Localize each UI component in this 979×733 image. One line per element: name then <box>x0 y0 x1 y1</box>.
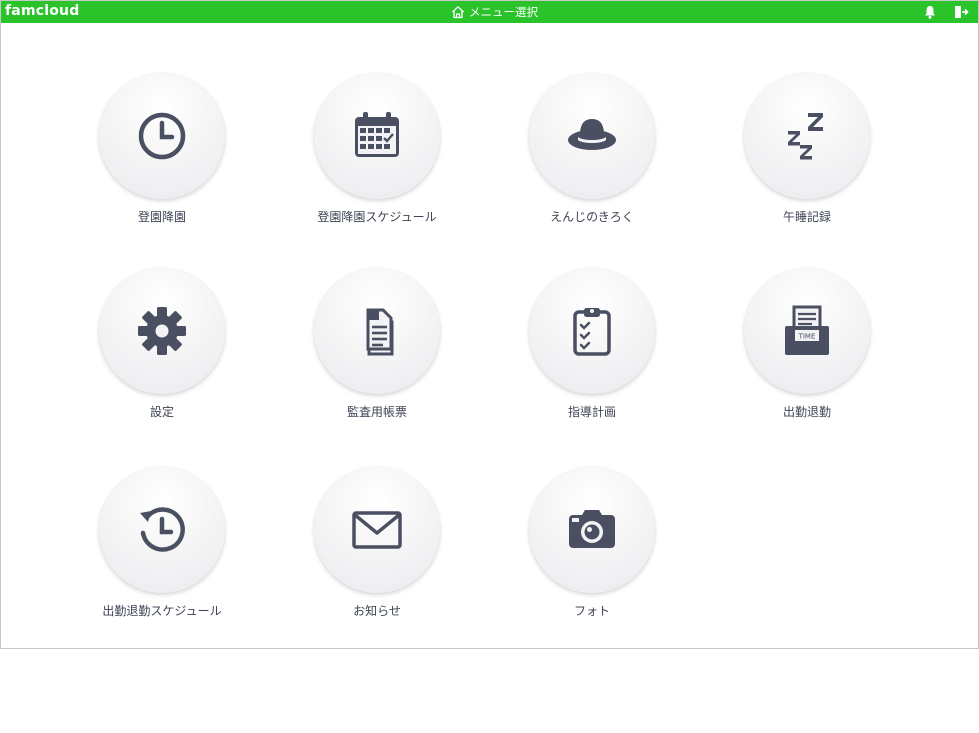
menu-item-child-record[interactable]: えんじのきろく <box>517 73 667 243</box>
menu-item-circle[interactable] <box>744 73 870 199</box>
clock-icon <box>138 112 186 160</box>
page-title: メニュー選択 <box>469 5 538 19</box>
menu-item-label: 登園降園 <box>137 210 186 224</box>
menu-item-arrival-departure-schedule[interactable]: 登園降園スケジュール <box>302 73 452 243</box>
menu-item-label: 午睡記録 <box>782 210 831 224</box>
menu-item-photo[interactable]: フォト <box>517 467 667 637</box>
menu-item-settings[interactable]: 設定 <box>87 268 237 438</box>
menu-item-attendance-schedule[interactable]: 出勤退勤スケジュール <box>87 467 237 637</box>
history-clock-icon <box>140 507 185 552</box>
time-card-icon: TIME <box>785 305 829 355</box>
menu-item-label: 指導計画 <box>567 405 616 419</box>
menu-item-audit-forms[interactable]: 監査用帳票 <box>302 268 452 438</box>
menu-item-circle[interactable] <box>314 73 440 199</box>
bell-icon[interactable] <box>922 4 938 20</box>
menu-item-label: 設定 <box>149 405 174 419</box>
menu-item-circle[interactable] <box>314 268 440 394</box>
menu-item-notices[interactable]: お知らせ <box>302 467 452 637</box>
menu-item-label: フォト <box>573 604 610 618</box>
calendar-icon <box>355 112 399 157</box>
menu-item-label: 出勤退勤 <box>782 405 831 419</box>
menu-item-label: 監査用帳票 <box>346 405 407 419</box>
menu-item-circle[interactable] <box>99 73 225 199</box>
gear-icon <box>138 307 186 355</box>
menu-item-label: えんじのきろく <box>550 210 634 224</box>
logout-icon[interactable] <box>953 4 969 20</box>
menu-item-circle[interactable]: TIME <box>744 268 870 394</box>
home-icon[interactable] <box>451 5 465 19</box>
menu-item-label: 登園降園スケジュール <box>317 210 437 224</box>
app-logo: famcloud <box>5 3 80 19</box>
menu-item-circle[interactable] <box>99 467 225 593</box>
envelope-icon <box>352 511 402 549</box>
top-bar: famcloud メニュー選択 <box>1 1 978 23</box>
clipboard-checklist-icon <box>573 308 611 356</box>
page-title-group[interactable]: メニュー選択 <box>451 4 538 20</box>
documents-icon <box>366 308 394 356</box>
menu-item-circle[interactable] <box>529 268 655 394</box>
menu-item-label: 出勤退勤スケジュール <box>102 604 222 618</box>
svg-text:TIME: TIME <box>798 333 816 341</box>
sleep-zzz-icon <box>788 113 823 160</box>
menu-item-attendance[interactable]: TIME 出勤退勤 <box>732 268 882 438</box>
menu-item-guidance-plan[interactable]: 指導計画 <box>517 268 667 438</box>
menu-item-circle[interactable] <box>529 467 655 593</box>
camera-icon <box>569 510 615 548</box>
menu-item-circle[interactable] <box>99 268 225 394</box>
app-frame: famcloud メニュー選択 登園降園 登園降園スケジュール えんじのきろく … <box>0 0 979 649</box>
menu-item-circle[interactable] <box>529 73 655 199</box>
hat-icon <box>568 119 616 150</box>
menu-item-nap-record[interactable]: 午睡記録 <box>732 73 882 243</box>
menu-item-arrival-departure[interactable]: 登園降園 <box>87 73 237 243</box>
menu-item-circle[interactable] <box>314 467 440 593</box>
menu-item-label: お知らせ <box>353 604 401 618</box>
